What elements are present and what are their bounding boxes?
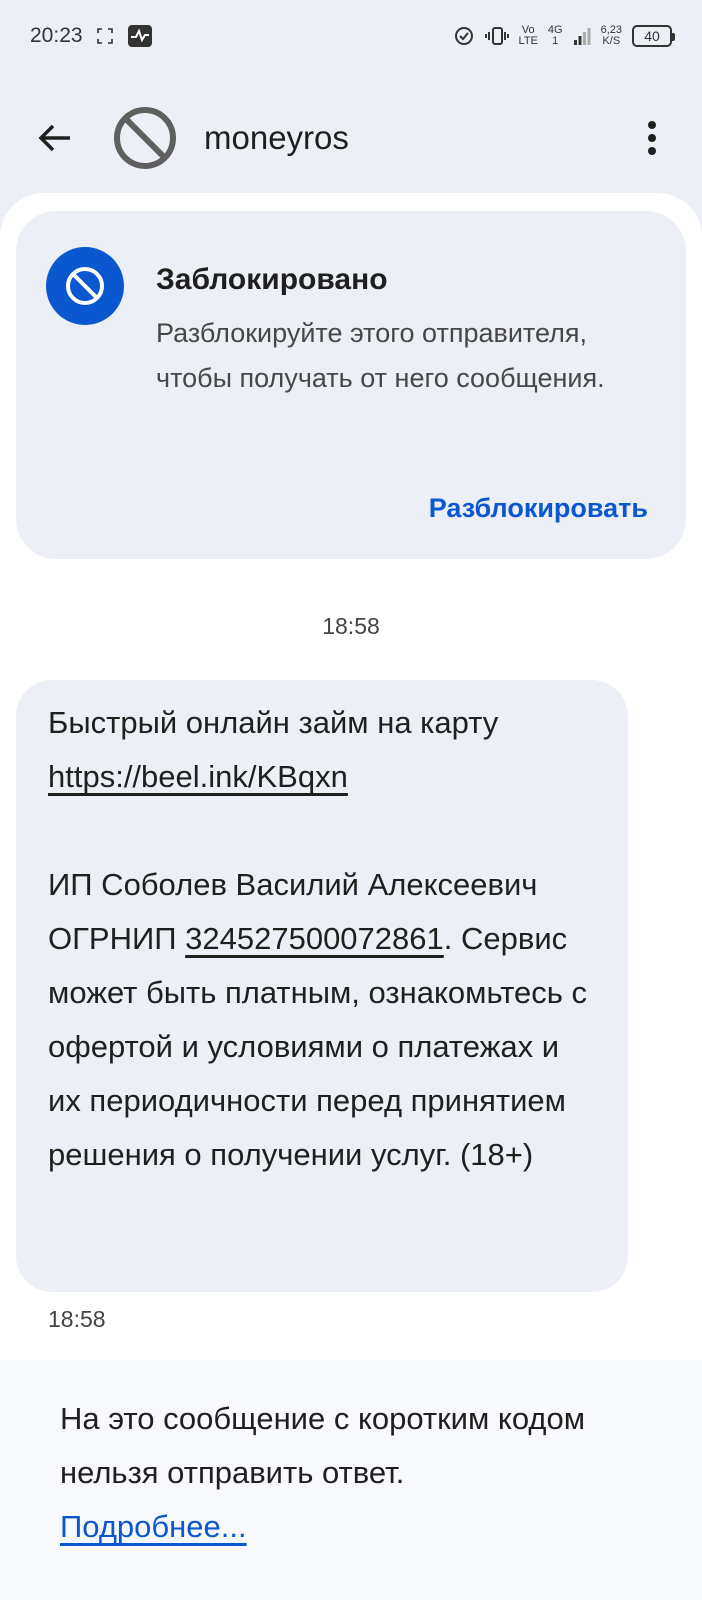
block-icon — [114, 107, 176, 169]
arrow-back-icon — [38, 124, 70, 152]
message-date-divider: 18:58 — [322, 613, 380, 639]
more-vert-icon — [648, 121, 656, 155]
activity-app-icon — [127, 24, 153, 48]
back-button[interactable] — [30, 113, 80, 163]
avatar[interactable] — [110, 103, 180, 173]
alarm-icon — [453, 25, 475, 47]
message-link[interactable]: https://beel.ink/KBqxn — [48, 759, 348, 794]
learn-more-link[interactable]: Подробнее... — [60, 1509, 247, 1544]
messages-screen: 20:23 Vo LTE 4G 1 6,23 K/S 40 moneyros З… — [0, 0, 702, 1600]
reply-disabled-text: На это сообщение с коротким кодом нельзя… — [60, 1401, 586, 1490]
ogrnip-number-link[interactable]: 324527500072861 — [185, 921, 444, 956]
network-type-indicator: 4G 1 — [547, 24, 563, 47]
conversation-header: moneyros — [0, 88, 702, 188]
message-bubble[interactable]: Быстрый онлайн займ на карту https://bee… — [16, 680, 628, 1292]
contact-name: moneyros — [204, 119, 349, 156]
screenshot-icon — [96, 28, 113, 44]
block-icon — [66, 267, 104, 305]
blocked-banner: Заблокировано Разблокируйте этого отправ… — [16, 211, 686, 559]
status-bar: 20:23 Vo LTE 4G 1 6,23 K/S 40 — [0, 0, 702, 72]
message-paragraph: ИП Соболев Василий Алексеевич ОГРНИП 324… — [48, 867, 588, 1172]
signal-icon — [573, 26, 591, 46]
conversation-area: Заблокировано Разблокируйте этого отправ… — [0, 193, 702, 1360]
blocked-badge — [46, 247, 124, 325]
network-speed-indicator: 6,23 K/S — [600, 24, 622, 47]
message-line: Быстрый онлайн займ на карту — [48, 705, 499, 740]
vibrate-icon — [484, 25, 509, 47]
blocked-description: Разблокируйте этого отправителя, чтобы п… — [156, 318, 605, 393]
unblock-button[interactable]: Разблокировать — [429, 493, 648, 524]
reply-disabled-notice: На это сообщение с коротким кодом нельзя… — [0, 1360, 702, 1600]
blocked-title: Заблокировано — [156, 263, 388, 296]
more-options-button[interactable] — [632, 108, 672, 168]
battery-icon: 40 — [632, 25, 675, 47]
status-time: 20:23 — [30, 24, 83, 47]
message-timestamp: 18:58 — [48, 1306, 106, 1332]
volte-indicator: Vo LTE — [518, 24, 538, 47]
